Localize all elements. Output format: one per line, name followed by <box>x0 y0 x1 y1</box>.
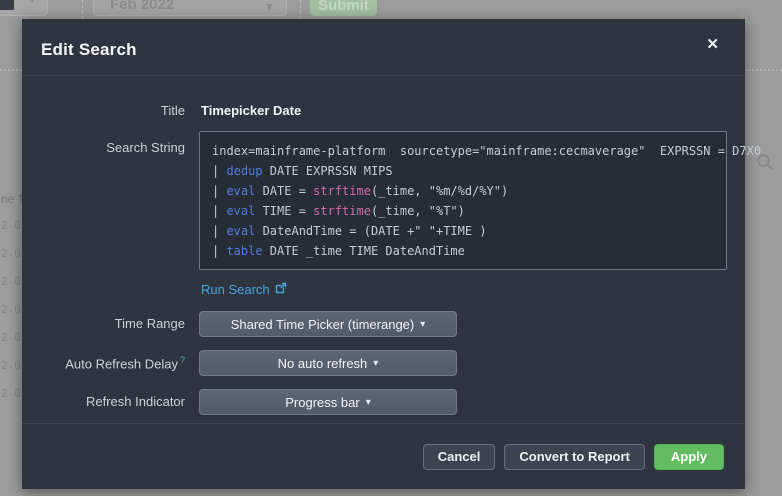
dialog-header: Edit Search ✕ <box>22 19 745 76</box>
spl-line: | dedup DATE EXPRSSN MIPS <box>212 164 393 178</box>
spl-line: | table DATE _time TIME DateAndTime <box>212 244 465 258</box>
spl-line: | eval TIME = strftime(_time, "%T") <box>212 204 465 218</box>
refresh-indicator-label: Refresh Indicator <box>86 394 185 409</box>
help-icon[interactable]: ? <box>180 355 185 365</box>
title-value: Timepicker Date <box>201 103 302 118</box>
submit-label: Submit <box>318 0 369 14</box>
table-cell-fragment: 2-02 <box>1 303 22 316</box>
dialog-footer: Cancel Convert to Report Apply <box>22 423 745 489</box>
chevron-down-icon: ▾ <box>29 0 35 6</box>
search-string-row: Search String index=mainframe-platform s… <box>22 131 762 311</box>
submit-button: Submit <box>310 0 377 16</box>
table-cell-fragment: 2-02 <box>1 359 22 372</box>
close-icon[interactable]: ✕ <box>706 37 719 52</box>
auto-refresh-row: Auto Refresh Delay? No auto refresh ▾ <box>22 350 745 376</box>
edit-search-dialog: Edit Search ✕ Title Timepicker Date Sear… <box>22 19 762 489</box>
search-string-label: Search String <box>106 140 185 155</box>
table-cell-fragment: 2-02 <box>1 275 22 288</box>
convert-to-report-button[interactable]: Convert to Report <box>504 443 645 470</box>
auto-refresh-value: No auto refresh <box>277 355 368 371</box>
refresh-indicator-row: Refresh Indicator Progress bar ▾ <box>22 389 745 415</box>
chevron-down-icon: ▾ <box>365 396 371 408</box>
search-string-editor[interactable]: index=mainframe-platform sourcetype="mai… <box>199 131 762 270</box>
auto-refresh-label: Auto Refresh Delay? <box>65 355 185 372</box>
time-range-dropdown[interactable]: Shared Time Picker (timerange) ▾ <box>199 311 457 337</box>
background-table-column: ne ⇅ 2-02 2-02 2-02 2-02 2-02 2-02 2-02 <box>0 0 22 496</box>
spl-line: index=mainframe-platform sourcetype="mai… <box>212 144 762 158</box>
divider <box>745 69 782 71</box>
divider <box>300 0 301 19</box>
refresh-indicator-value: Progress bar <box>285 394 360 410</box>
table-cell-fragment: 2-02 <box>1 219 22 232</box>
column-header-fragment: ne ⇅ <box>1 192 22 206</box>
run-search-label: Run Search <box>201 282 270 297</box>
cancel-button[interactable]: Cancel <box>422 443 496 470</box>
table-cell-fragment: 2-02 <box>1 331 22 344</box>
chevron-down-icon: ▾ <box>373 357 379 369</box>
month-picker-value: Feb 2022 <box>110 0 175 13</box>
run-search-link[interactable]: Run Search <box>201 282 287 297</box>
chevron-down-icon: ▾ <box>420 318 426 330</box>
spl-line: | eval DateAndTime = (DATE +" "+TIME ) <box>212 224 487 238</box>
external-link-icon <box>275 282 287 297</box>
dialog-body: Title Timepicker Date Search String inde… <box>22 76 762 415</box>
month-picker-dropdown: Feb 2022 ▾ <box>93 0 287 16</box>
auto-refresh-dropdown[interactable]: No auto refresh ▾ <box>199 350 457 376</box>
chevron-down-icon: ▾ <box>266 1 272 13</box>
divider <box>82 0 83 19</box>
dialog-title: Edit Search <box>41 40 137 59</box>
table-cell-fragment: 2-02 <box>1 247 22 260</box>
time-range-label: Time Range <box>114 316 185 331</box>
title-row: Title Timepicker Date <box>22 98 745 118</box>
apply-button[interactable]: Apply <box>653 443 724 470</box>
title-label: Title <box>160 103 185 118</box>
time-range-row: Time Range Shared Time Picker (timerange… <box>22 311 745 337</box>
refresh-indicator-dropdown[interactable]: Progress bar ▾ <box>199 389 457 415</box>
time-range-value: Shared Time Picker (timerange) <box>230 316 415 332</box>
spl-line: | eval DATE = strftime(_time, "%m/%d/%Y"… <box>212 184 509 198</box>
table-cell-fragment: 2-02 <box>1 387 22 400</box>
